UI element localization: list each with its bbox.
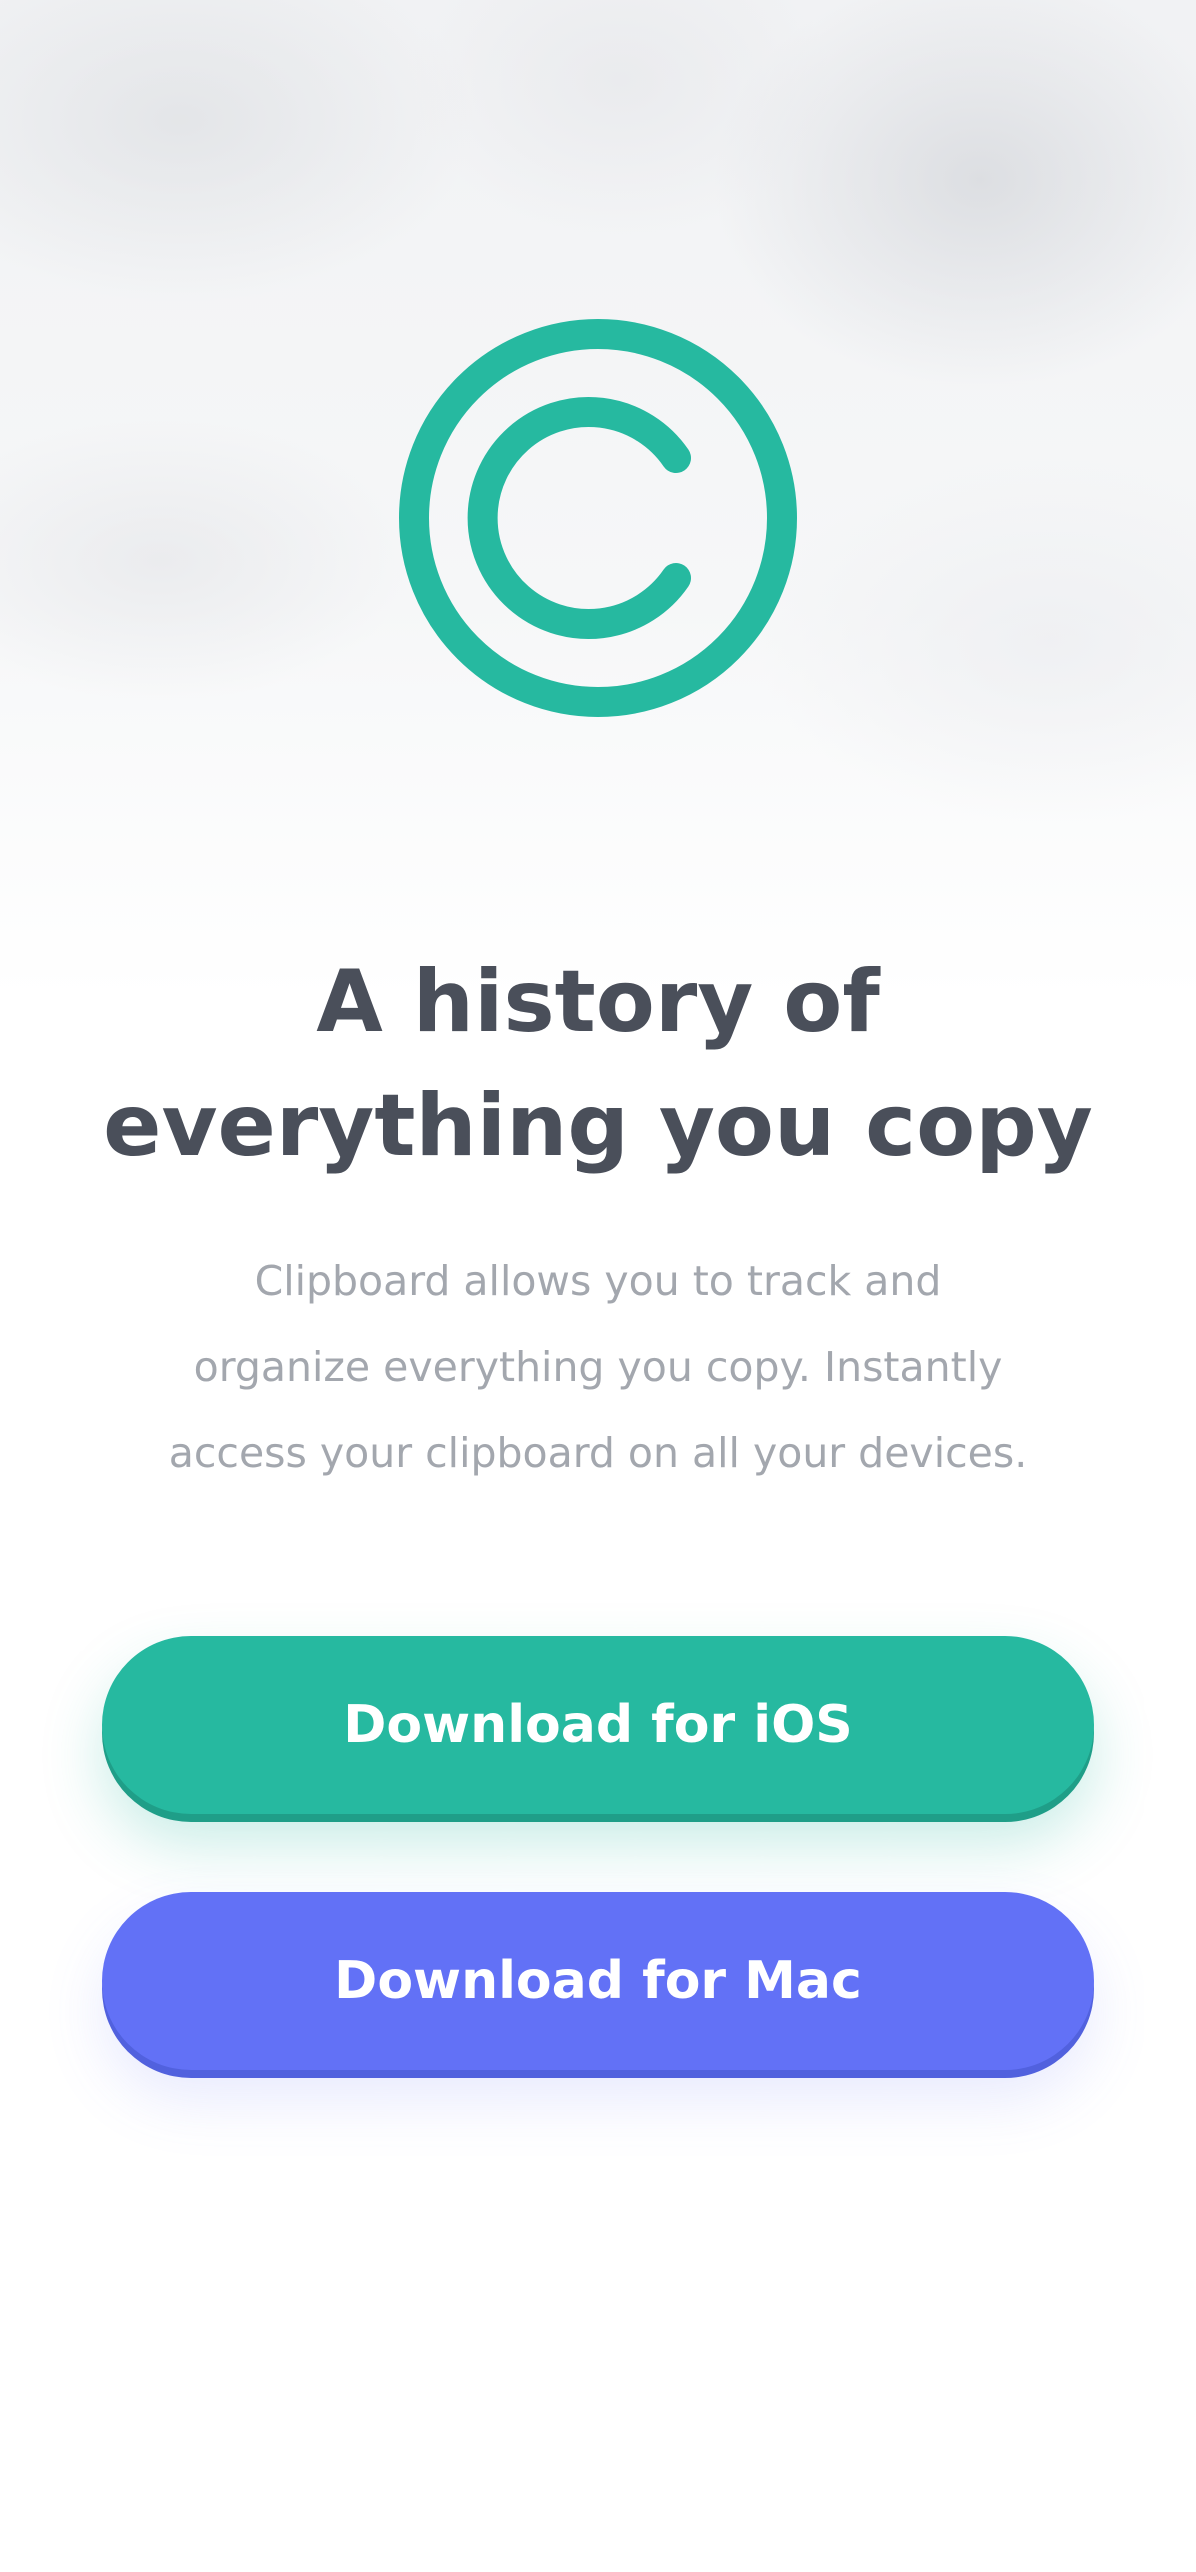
- headline-line-2: everything you copy: [103, 1076, 1093, 1176]
- download-mac-label: Download for Mac: [334, 1951, 862, 2011]
- headline-line-1: A history of: [316, 952, 880, 1052]
- download-ios-label: Download for iOS: [343, 1695, 853, 1755]
- download-mac-button[interactable]: Download for Mac: [102, 1892, 1094, 2070]
- download-ios-button[interactable]: Download for iOS: [102, 1636, 1094, 1814]
- description-line-1: Clipboard allows you to track and: [254, 1257, 942, 1305]
- clipboard-logo-icon: [398, 318, 798, 718]
- description-line-3: access your clipboard on all your device…: [168, 1429, 1028, 1477]
- description-line-2: organize everything you copy. Instantly: [193, 1343, 1003, 1391]
- page-title: A history of everything you copy: [60, 940, 1136, 1188]
- landing-page: A history of everything you copy Clipboa…: [0, 0, 1196, 2572]
- hero-description: Clipboard allows you to track and organi…: [80, 1238, 1116, 1496]
